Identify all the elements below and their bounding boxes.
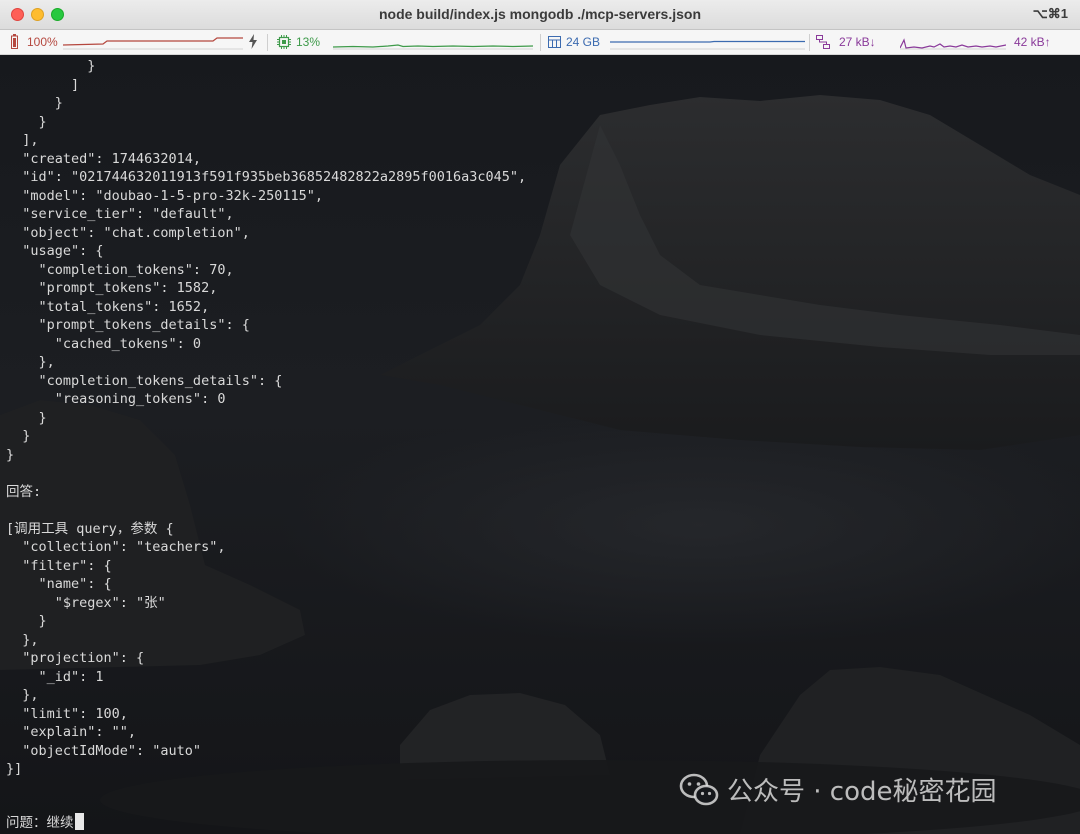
memory-icon	[548, 36, 561, 51]
output-line: ],	[6, 132, 39, 148]
output-line: }	[6, 409, 47, 426]
output-line: "object": "chat.completion",	[6, 224, 250, 241]
network-download-value: 27 kB↓	[839, 35, 876, 49]
text-cursor	[74, 813, 84, 830]
terminal-pane[interactable]: } ] } } ], "created": 1744632014, "id": …	[0, 55, 1080, 834]
watermark: 公众号 · code秘密花园	[679, 771, 997, 808]
terminal-output: } ] } } ], "created": 1744632014, "id": …	[6, 57, 526, 779]
window-title: node build/index.js mongodb ./mcp-server…	[378, 6, 702, 22]
memory-graph	[610, 40, 805, 50]
output-line: }	[6, 113, 47, 130]
window-shortcut-label: ⌥⌘1	[1032, 6, 1068, 21]
battery-icon	[11, 34, 18, 52]
output-line: "projection": {	[6, 650, 145, 666]
cpu-graph	[333, 44, 533, 50]
output-line: "id": "021744632011913f591f935beb3685248…	[6, 169, 527, 185]
output-line: }	[6, 428, 31, 444]
output-line: },	[6, 354, 55, 370]
status-bar: 100% 13% 24 GB 27 kB↓ 42 kB↑	[0, 30, 1080, 55]
output-line: "completion_tokens_details": {	[6, 372, 283, 389]
output-line: },	[6, 687, 39, 703]
output-line: "prompt_tokens_details": {	[6, 317, 250, 333]
output-line: "completion_tokens": 70,	[6, 261, 234, 278]
output-line: }	[6, 613, 47, 629]
output-line: "explain": "",	[6, 724, 137, 740]
output-line: }	[6, 95, 63, 111]
output-line: [调用工具 query，参数 {	[6, 520, 174, 537]
output-line: "objectIdMode": "auto"	[6, 742, 202, 759]
output-line: "name": {	[6, 576, 112, 592]
output-line: "model": "doubao-1-5-pro-32k-250115",	[6, 187, 323, 204]
cpu-icon	[277, 35, 291, 52]
output-line: ]	[6, 76, 80, 93]
network-graph	[900, 38, 1006, 50]
output-line: },	[6, 631, 39, 648]
output-line: "service_tier": "default",	[6, 206, 234, 222]
output-line: "filter": {	[6, 557, 112, 574]
prompt-text: 问题：继续	[6, 815, 74, 831]
lightning-icon	[249, 34, 257, 52]
wechat-icon	[679, 773, 719, 805]
network-upload-value: 42 kB↑	[1014, 35, 1051, 49]
output-line: "total_tokens": 1652,	[6, 298, 210, 315]
network-icon	[816, 35, 830, 52]
battery-value: 100%	[27, 35, 58, 49]
output-line: "limit": 100,	[6, 705, 128, 722]
output-line: "collection": "teachers",	[6, 539, 226, 555]
output-line: "prompt_tokens": 1582,	[6, 280, 218, 296]
output-line: }	[6, 446, 15, 463]
cpu-value: 13%	[296, 35, 321, 49]
input-prompt-line[interactable]: 问题：继续	[6, 813, 84, 832]
watermark-text: 公众号 · code秘密花园	[727, 777, 997, 807]
output-line: "cached_tokens": 0	[6, 335, 202, 352]
output-line: "created": 1744632014,	[6, 150, 202, 167]
output-line: "reasoning_tokens": 0	[6, 391, 226, 407]
battery-graph	[63, 37, 243, 50]
memory-value: 24 GB	[566, 35, 601, 49]
terminal-window: node build/index.js mongodb ./mcp-server…	[0, 0, 1080, 834]
output-line: }]	[6, 761, 23, 777]
output-line: }	[6, 58, 96, 74]
output-line: "usage": {	[6, 243, 104, 259]
title-bar: node build/index.js mongodb ./mcp-server…	[0, 0, 1080, 30]
output-line: "$regex": "张"	[6, 594, 166, 611]
output-line: "_id": 1	[6, 668, 104, 685]
output-line: 回答:	[6, 483, 42, 500]
